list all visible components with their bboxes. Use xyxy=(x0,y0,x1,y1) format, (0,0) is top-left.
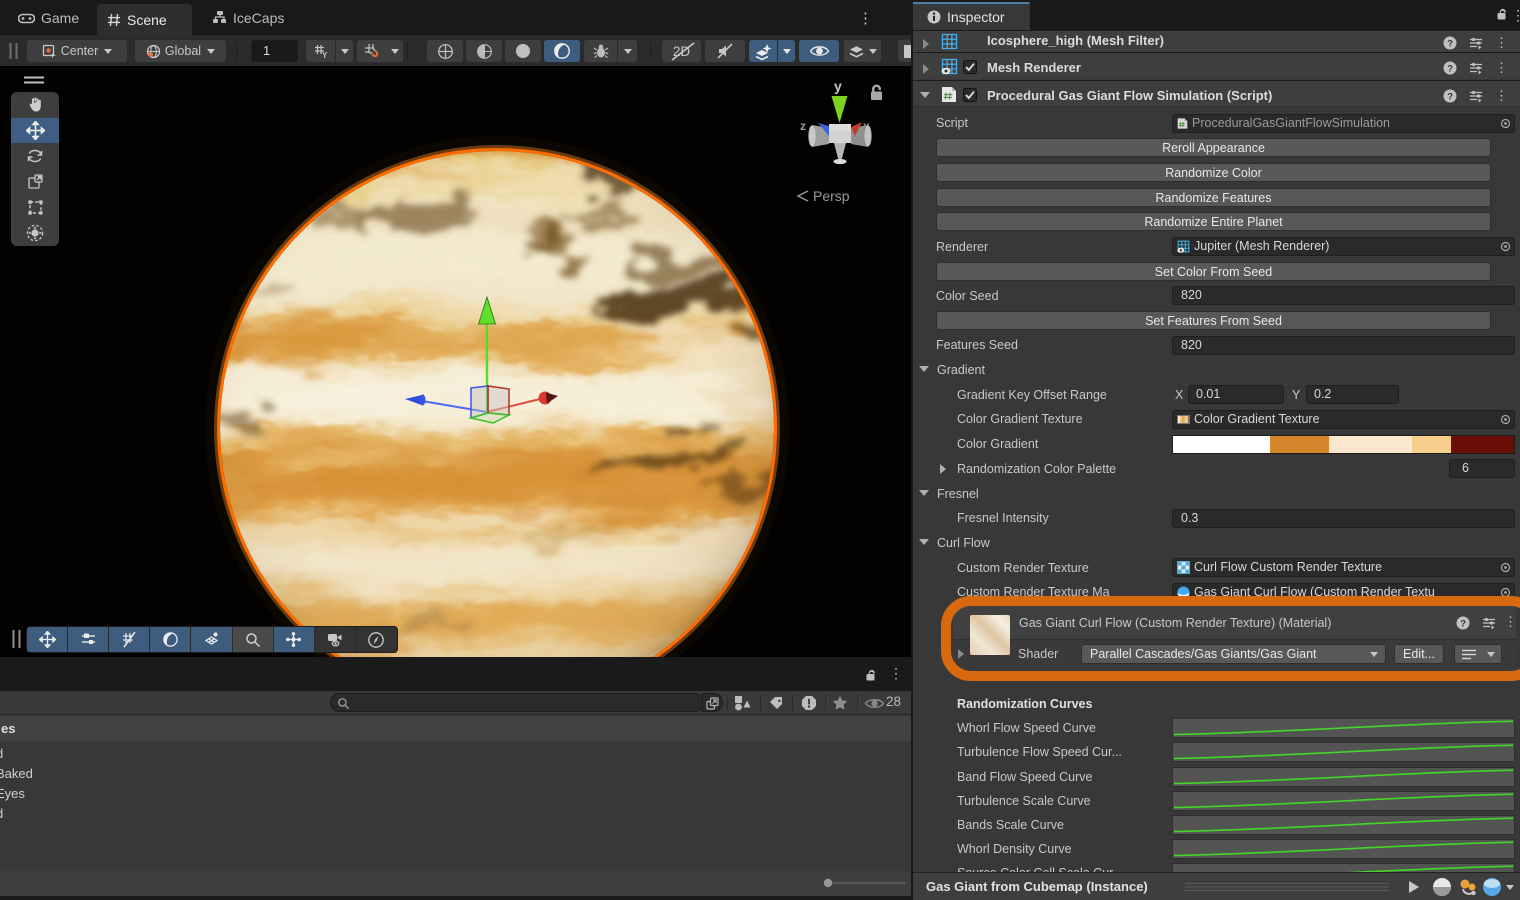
svg-text:Persp: Persp xyxy=(813,188,850,204)
svg-text:?: ? xyxy=(1447,91,1453,102)
svg-text:Y: Y xyxy=(322,51,328,59)
svg-text:y: y xyxy=(834,78,842,94)
svg-text:z: z xyxy=(800,119,806,133)
svg-text:?: ? xyxy=(1447,38,1453,49)
svg-text:?: ? xyxy=(1447,63,1453,74)
